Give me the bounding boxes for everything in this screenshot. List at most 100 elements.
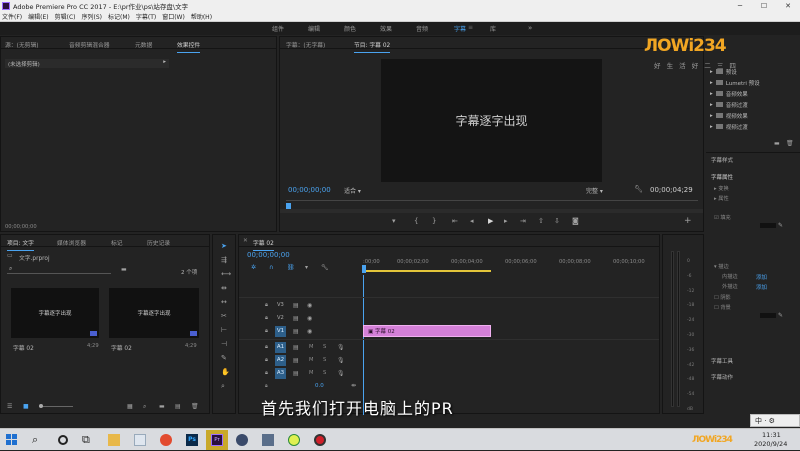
- microphone-icon[interactable]: 🎙︎: [337, 370, 345, 377]
- eyedropper-icon[interactable]: ✎: [778, 312, 783, 319]
- solo-button[interactable]: S: [323, 357, 326, 363]
- effects-tree-item[interactable]: ▸ Lumetri 预设: [706, 77, 800, 88]
- maximize-button[interactable]: ☐: [752, 0, 776, 12]
- workspace-libraries[interactable]: 库: [490, 24, 496, 33]
- automate-icon[interactable]: ▦: [127, 403, 133, 410]
- prop-transform[interactable]: ▸ 变换: [714, 185, 729, 192]
- workspace-assembly[interactable]: 组件: [272, 24, 284, 33]
- eye-icon[interactable]: ◉: [307, 328, 312, 335]
- track-target-a1[interactable]: A1: [275, 342, 286, 353]
- lift-icon[interactable]: ⇧: [538, 218, 544, 225]
- zoom-slider[interactable]: [39, 404, 73, 408]
- tab-history[interactable]: 历史记录: [147, 238, 170, 247]
- play-arrow-icon[interactable]: ▸: [163, 59, 166, 65]
- premiere-taskbar-active[interactable]: Pr: [206, 430, 228, 450]
- rolling-edit-tool-icon[interactable]: ⇹: [221, 285, 227, 292]
- tab-program[interactable]: 节目: 字幕 02: [354, 40, 391, 53]
- eyedropper-icon[interactable]: ✎: [778, 222, 783, 229]
- export-frame-icon[interactable]: ◙: [572, 218, 579, 225]
- wrench-icon[interactable]: 🔧︎: [634, 186, 643, 193]
- icon-view-icon[interactable]: ■: [23, 403, 29, 410]
- prop-fill[interactable]: ☑ 填充: [714, 214, 731, 221]
- snap-icon[interactable]: ∩: [269, 264, 273, 271]
- trash-icon[interactable]: 🗑︎: [786, 140, 794, 147]
- solo-button[interactable]: S: [323, 370, 326, 376]
- button-editor-plus-icon[interactable]: +: [684, 217, 692, 226]
- program-timecode[interactable]: 00;00;00;00: [288, 186, 331, 194]
- lock-icon[interactable]: 🔒︎: [265, 302, 268, 309]
- new-bin-icon[interactable]: ▬: [121, 266, 127, 273]
- mute-button[interactable]: M: [309, 357, 313, 363]
- extract-icon[interactable]: ⇩: [554, 218, 560, 225]
- menu-marker[interactable]: 标记(M): [108, 12, 130, 21]
- sync-lock-icon[interactable]: ▤: [293, 357, 299, 364]
- project-search-input[interactable]: ⌕: [7, 265, 111, 274]
- close-button[interactable]: ✕: [776, 0, 800, 12]
- prop-properties[interactable]: ▸ 属性: [714, 195, 729, 202]
- master-volume[interactable]: 0.0: [315, 383, 324, 389]
- ripple-edit-tool-icon[interactable]: ⟷: [221, 271, 231, 278]
- microphone-icon[interactable]: 🎙︎: [337, 344, 345, 351]
- find-icon[interactable]: ⌕: [143, 403, 146, 410]
- file-explorer-icon[interactable]: [108, 434, 120, 446]
- playhead-handle[interactable]: [362, 265, 366, 273]
- play-icon[interactable]: ▶: [488, 218, 493, 225]
- quality-dropdown[interactable]: 完整 ▾: [586, 186, 603, 195]
- close-sequence-icon[interactable]: ✕: [243, 238, 248, 244]
- sync-lock-icon[interactable]: ▤: [293, 370, 299, 377]
- pen-tool-icon[interactable]: ✎: [221, 355, 227, 362]
- add-inner-stroke-link[interactable]: 添加: [756, 273, 767, 281]
- sync-lock-icon[interactable]: ▤: [293, 302, 299, 309]
- minimize-button[interactable]: ─: [728, 0, 752, 12]
- zoom-scrollbar[interactable]: [280, 209, 703, 213]
- app-icon[interactable]: [262, 434, 274, 446]
- tab-source[interactable]: 源：(无剪辑): [5, 40, 39, 49]
- rate-stretch-tool-icon[interactable]: ↔: [221, 299, 227, 306]
- zoom-slider-handle[interactable]: [39, 404, 43, 408]
- menu-file[interactable]: 文件(F): [2, 12, 22, 21]
- effects-tree-item[interactable]: ▸ 音频过渡: [706, 99, 800, 110]
- track-target-v1[interactable]: V1: [275, 326, 286, 337]
- track-target-a3[interactable]: A3: [275, 368, 286, 379]
- cortana-icon[interactable]: [58, 435, 68, 445]
- chrome-icon[interactable]: [160, 434, 172, 446]
- sync-lock-icon[interactable]: ▤: [293, 315, 299, 322]
- ime-toolbar[interactable]: 中 ⋅ ⚙: [750, 414, 800, 427]
- effects-tree-item[interactable]: ▸ 视频过渡: [706, 121, 800, 132]
- tab-audio-clip-mixer[interactable]: 音频剪辑混合器: [69, 40, 110, 49]
- tab-title[interactable]: 字幕：(无字幕): [286, 40, 325, 49]
- lock-icon[interactable]: 🔒︎: [265, 383, 268, 390]
- razor-tool-icon[interactable]: ✂: [221, 313, 227, 320]
- go-to-out-icon[interactable]: ⇥: [520, 218, 526, 225]
- background-color-swatch[interactable]: [760, 313, 776, 318]
- time-ruler[interactable]: :00;00 00;00;02;00 00;00;04;00 00;00;06;…: [362, 249, 659, 275]
- sync-lock-icon[interactable]: ▤: [293, 328, 299, 335]
- clip-thumbnail[interactable]: 字幕逐字出现: [11, 288, 99, 338]
- task-view-icon[interactable]: ⧉: [82, 433, 90, 447]
- tab-metadata[interactable]: 元数据: [135, 40, 152, 49]
- menu-window[interactable]: 窗口(W): [162, 12, 185, 21]
- clip-thumbnail[interactable]: 字幕逐字出现: [109, 288, 199, 338]
- menu-title[interactable]: 字幕(T): [136, 12, 156, 21]
- menu-sequence[interactable]: 序列(S): [82, 12, 103, 21]
- go-to-in-icon[interactable]: ⇤: [452, 218, 458, 225]
- tab-effect-controls[interactable]: 效果控件: [177, 40, 201, 53]
- linked-selection-icon[interactable]: ⛓︎: [287, 264, 295, 271]
- workspace-editing[interactable]: 编辑: [308, 24, 320, 33]
- menu-help[interactable]: 帮助(H): [191, 12, 212, 21]
- zoom-tool-icon[interactable]: ⌕: [221, 383, 225, 390]
- add-outer-stroke-link[interactable]: 添加: [756, 283, 767, 291]
- eye-icon[interactable]: ◉: [307, 315, 312, 322]
- track-select-tool-icon[interactable]: ⇶: [221, 257, 227, 264]
- timeline-timecode[interactable]: 00;00;00;00: [247, 251, 290, 259]
- tab-sequence[interactable]: 字幕 02: [253, 238, 274, 251]
- sync-lock-icon[interactable]: ▤: [293, 344, 299, 351]
- menu-clip[interactable]: 剪辑(C): [55, 12, 76, 21]
- trash-icon[interactable]: 🗑︎: [191, 403, 199, 410]
- mute-button[interactable]: M: [309, 344, 313, 350]
- fill-color-swatch[interactable]: [760, 223, 776, 228]
- lock-icon[interactable]: 🔒︎: [265, 344, 268, 351]
- step-back-icon[interactable]: ◂: [470, 218, 474, 225]
- step-forward-icon[interactable]: ▸: [504, 218, 508, 225]
- track-target-a2[interactable]: A2: [275, 355, 286, 366]
